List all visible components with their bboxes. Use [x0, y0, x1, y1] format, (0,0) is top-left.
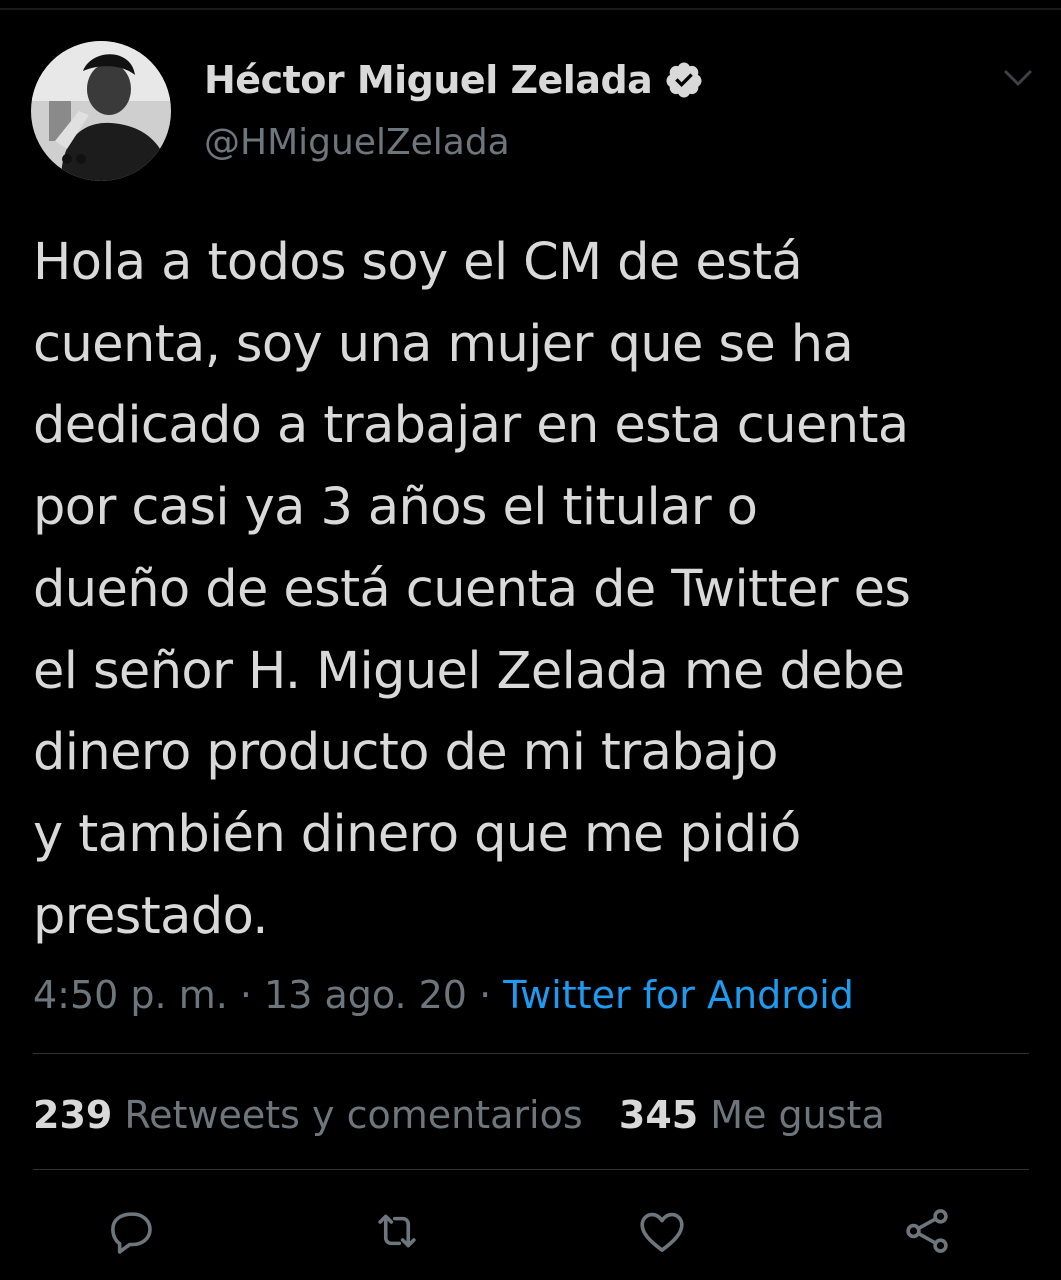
likes-count: 345 [618, 1093, 699, 1137]
retweets-count: 239 [33, 1093, 113, 1137]
tweet-source-link[interactable]: Twitter for Android [503, 973, 854, 1017]
divider [33, 1169, 1029, 1170]
reply-icon[interactable] [105, 1204, 159, 1258]
tweet-metadata: 4:50 p. m. · 13 ago. 20 · Twitter for An… [33, 968, 854, 1022]
avatar-image [31, 41, 171, 181]
chevron-down-icon[interactable] [998, 64, 1038, 94]
author-name-row[interactable]: Héctor Miguel Zelada [204, 52, 704, 108]
meta-separator: · [466, 973, 504, 1017]
retweets-label: Retweets y comentarios [124, 1093, 583, 1137]
top-divider [0, 8, 1061, 10]
author-handle[interactable]: @HMiguelZelada [204, 122, 510, 163]
retweets-stat[interactable]: 239 Retweets y comentarios [33, 1093, 583, 1137]
divider [33, 1053, 1029, 1054]
avatar[interactable] [31, 41, 171, 181]
tweet-time[interactable]: 4:50 p. m. [33, 973, 228, 1017]
likes-stat[interactable]: 345 Me gusta [619, 1093, 885, 1137]
likes-label: Me gusta [710, 1093, 885, 1137]
heart-icon[interactable] [635, 1204, 689, 1258]
verified-badge-icon [664, 60, 704, 100]
author-display-name[interactable]: Héctor Miguel Zelada [204, 58, 653, 102]
action-bar [0, 1200, 1061, 1260]
tweet-date[interactable]: 13 ago. 20 [264, 973, 467, 1017]
retweet-icon[interactable] [370, 1204, 424, 1258]
share-icon[interactable] [900, 1204, 954, 1258]
meta-separator: · [227, 973, 265, 1017]
tweet-text: Hola a todos soy el CM de está cuenta, s… [33, 233, 911, 946]
tweet-stats: 239 Retweets y comentarios 345 Me gusta [33, 1088, 885, 1142]
